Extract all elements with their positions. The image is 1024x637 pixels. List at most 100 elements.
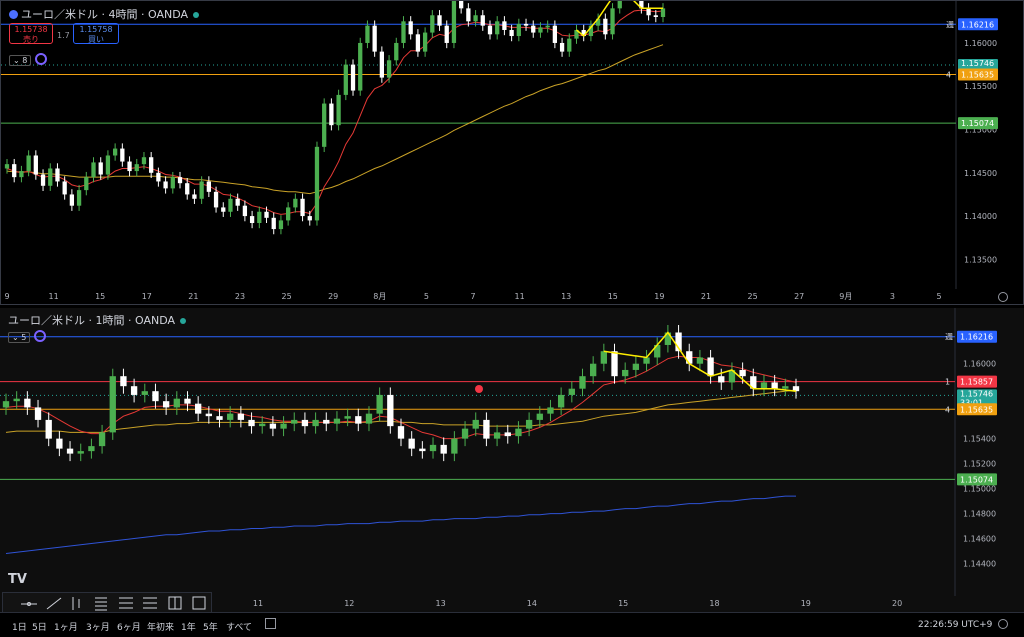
- chart-canvas-4h[interactable]: 1.160001.155001.150001.145001.140001.135…: [1, 1, 1024, 306]
- candle: [13, 398, 20, 402]
- x-tick-label: 21: [188, 292, 198, 301]
- candle: [502, 21, 507, 30]
- market-open-icon: [193, 12, 199, 18]
- candle: [291, 419, 298, 424]
- range-5d-button[interactable]: 5日: [32, 620, 47, 633]
- candle: [376, 394, 383, 414]
- candle: [84, 177, 89, 191]
- chevron-down-icon[interactable]: ⌄ 8: [9, 55, 32, 66]
- candle: [495, 21, 500, 35]
- chart-pane-4h[interactable]: 1.16000 1.15500 1.15000 1.14500 1.14000 1.135…: [0, 0, 1024, 305]
- candle: [440, 444, 447, 454]
- candle: [24, 398, 31, 408]
- y-tick-label: 1.15400: [963, 435, 996, 444]
- candle: [48, 168, 53, 186]
- candle: [461, 428, 469, 439]
- candle: [192, 194, 197, 199]
- hline-tag-label: 1: [945, 378, 950, 387]
- range-ytd-button[interactable]: 年初来: [147, 620, 174, 633]
- candle: [473, 15, 478, 22]
- candle: [394, 42, 399, 61]
- candle: [401, 21, 406, 43]
- indicator-count-1h: 5: [21, 333, 27, 342]
- sell-button[interactable]: 1.15738 売り: [9, 23, 53, 44]
- candle: [98, 432, 106, 447]
- candle: [525, 419, 533, 429]
- hline-label-green: 1.15074: [960, 475, 993, 484]
- candle: [365, 25, 370, 43]
- candle: [120, 376, 127, 387]
- symbol-title-4h[interactable]: ユーロ／米ドル · 4時間 · OANDA: [21, 8, 188, 21]
- range-1m-button[interactable]: 1ヶ月: [54, 620, 78, 633]
- indicators-toggle-4h[interactable]: ⌄ 8: [9, 53, 48, 66]
- range-1d-button[interactable]: 1日: [12, 620, 27, 633]
- x-tick-label: 5: [424, 292, 429, 301]
- candle: [643, 357, 650, 364]
- indicator-icon[interactable]: [35, 53, 48, 65]
- candle: [603, 18, 608, 35]
- candle: [213, 191, 219, 208]
- settings-gear-icon[interactable]: [998, 619, 1008, 629]
- range-1y-button[interactable]: 1年: [181, 620, 196, 633]
- candle: [559, 42, 565, 52]
- range-all-button[interactable]: すべて: [226, 620, 252, 633]
- sell-price: 1.15738: [14, 25, 48, 34]
- hline-label-orange: 1.15635: [961, 71, 994, 80]
- candle: [205, 413, 212, 417]
- range-5y-button[interactable]: 5年: [203, 620, 218, 633]
- candle: [88, 446, 95, 452]
- settings-gear-icon[interactable]: [998, 292, 1008, 302]
- x-tick-label: 8月: [373, 292, 386, 301]
- buy-price: 1.15758: [79, 25, 113, 34]
- hline-label-blue: 1.16216: [961, 20, 994, 29]
- chevron-down-icon[interactable]: ⌄ 5: [8, 332, 31, 343]
- candle: [696, 357, 704, 364]
- candle: [141, 391, 148, 395]
- candle: [632, 363, 640, 370]
- candle: [444, 25, 449, 43]
- candle: [397, 426, 405, 439]
- x-tick-label: 19: [654, 292, 664, 301]
- candle: [459, 1, 464, 9]
- calendar-icon[interactable]: [265, 618, 276, 629]
- chart-header-4h: ユーロ／米ドル · 4時間 · OANDA: [9, 6, 199, 22]
- candle: [34, 407, 42, 420]
- drawing-tools-icons[interactable]: [3, 593, 211, 613]
- indicators-toggle-1h[interactable]: ⌄ 5: [8, 330, 47, 343]
- candle: [408, 21, 413, 35]
- candle: [372, 25, 377, 52]
- range-6m-button[interactable]: 6ヶ月: [117, 620, 141, 633]
- candle: [653, 15, 658, 17]
- x-tick-label: 9月: [839, 292, 852, 301]
- drawing-toolbar[interactable]: [2, 592, 212, 614]
- clock-timezone[interactable]: 22:26:59 UTC+9: [918, 620, 992, 630]
- last-price-label: 1.15746: [960, 389, 993, 398]
- buy-button[interactable]: 1.15758 買い: [73, 23, 119, 44]
- x-tick-label: 11: [515, 292, 525, 301]
- candle: [451, 1, 457, 43]
- candle: [69, 194, 75, 206]
- candle: [206, 181, 211, 192]
- candle: [227, 413, 234, 420]
- candle: [437, 15, 442, 26]
- chart-canvas-1h[interactable]: 1.16000 1.15400 1.15200 1.15000 1.14800 1.146…: [0, 308, 1024, 612]
- candle: [152, 391, 159, 402]
- candle: [195, 403, 202, 414]
- x-tick-label: 15: [608, 292, 618, 301]
- indicator-icon[interactable]: [34, 330, 47, 342]
- candle: [760, 382, 768, 389]
- x-tick-label: 13: [561, 292, 571, 301]
- hline-label-red: 1.15857: [960, 378, 993, 387]
- candle: [329, 103, 334, 126]
- range-3m-button[interactable]: 3ヶ月: [86, 620, 110, 633]
- last-price-label: 1.15746: [961, 59, 994, 68]
- candle: [156, 172, 161, 182]
- hline-label-green: 1.15074: [961, 119, 994, 128]
- candle: [516, 23, 521, 37]
- x-tick-label: 3: [890, 292, 895, 301]
- chart-pane-1h[interactable]: 1.16000 1.15400 1.15200 1.15000 1.14800 1.146…: [0, 308, 1024, 612]
- tradingview-logo[interactable]: TV: [8, 572, 27, 587]
- symbol-title-1h[interactable]: ユーロ／米ドル · 1時間 · OANDA: [8, 314, 175, 327]
- x-tick-label: 13: [436, 599, 446, 608]
- x-tick-label: 15: [95, 292, 105, 301]
